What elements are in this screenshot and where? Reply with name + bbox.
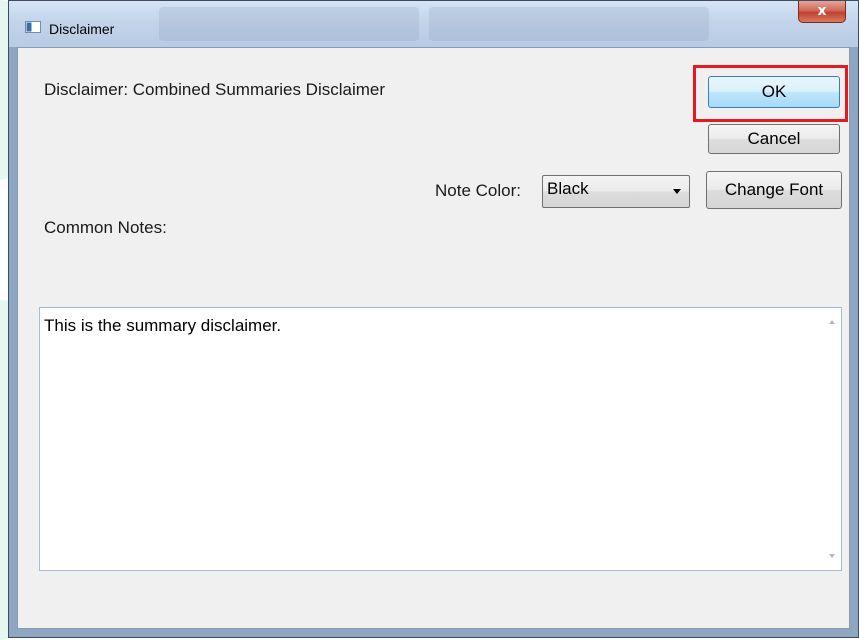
common-notes-text: This is the summary disclaimer. <box>44 316 282 335</box>
common-notes-textarea[interactable]: This is the summary disclaimer. <box>39 307 842 571</box>
scroll-down-arrow-icon[interactable] <box>829 554 835 558</box>
note-color-dropdown[interactable]: Black <box>542 175 690 208</box>
title-bar-background-reflection <box>159 7 419 41</box>
change-font-button[interactable]: Change Font <box>706 171 842 209</box>
note-color-label: Note Color: <box>435 181 521 200</box>
cancel-button[interactable]: Cancel <box>708 124 840 154</box>
note-color-value: Black <box>547 179 589 198</box>
chevron-down-icon <box>673 189 681 194</box>
close-button[interactable]: x <box>798 1 846 23</box>
dialog-content: Disclaimer: Combined Summaries Disclaime… <box>17 47 850 629</box>
scroll-up-arrow-icon[interactable] <box>829 320 835 324</box>
window-title: Disclaimer <box>49 21 115 37</box>
disclaimer-dialog: Disclaimer x Disclaimer: Combined Summar… <box>8 0 859 638</box>
common-notes-label: Common Notes: <box>44 218 167 237</box>
ok-button[interactable]: OK <box>708 76 840 108</box>
window-icon <box>25 21 41 33</box>
title-bar-background-reflection <box>429 7 709 41</box>
vertical-scrollbar[interactable] <box>824 308 841 570</box>
title-bar[interactable]: Disclaimer x <box>9 1 858 47</box>
disclaimer-label: Disclaimer: Combined Summaries Disclaime… <box>44 80 386 99</box>
